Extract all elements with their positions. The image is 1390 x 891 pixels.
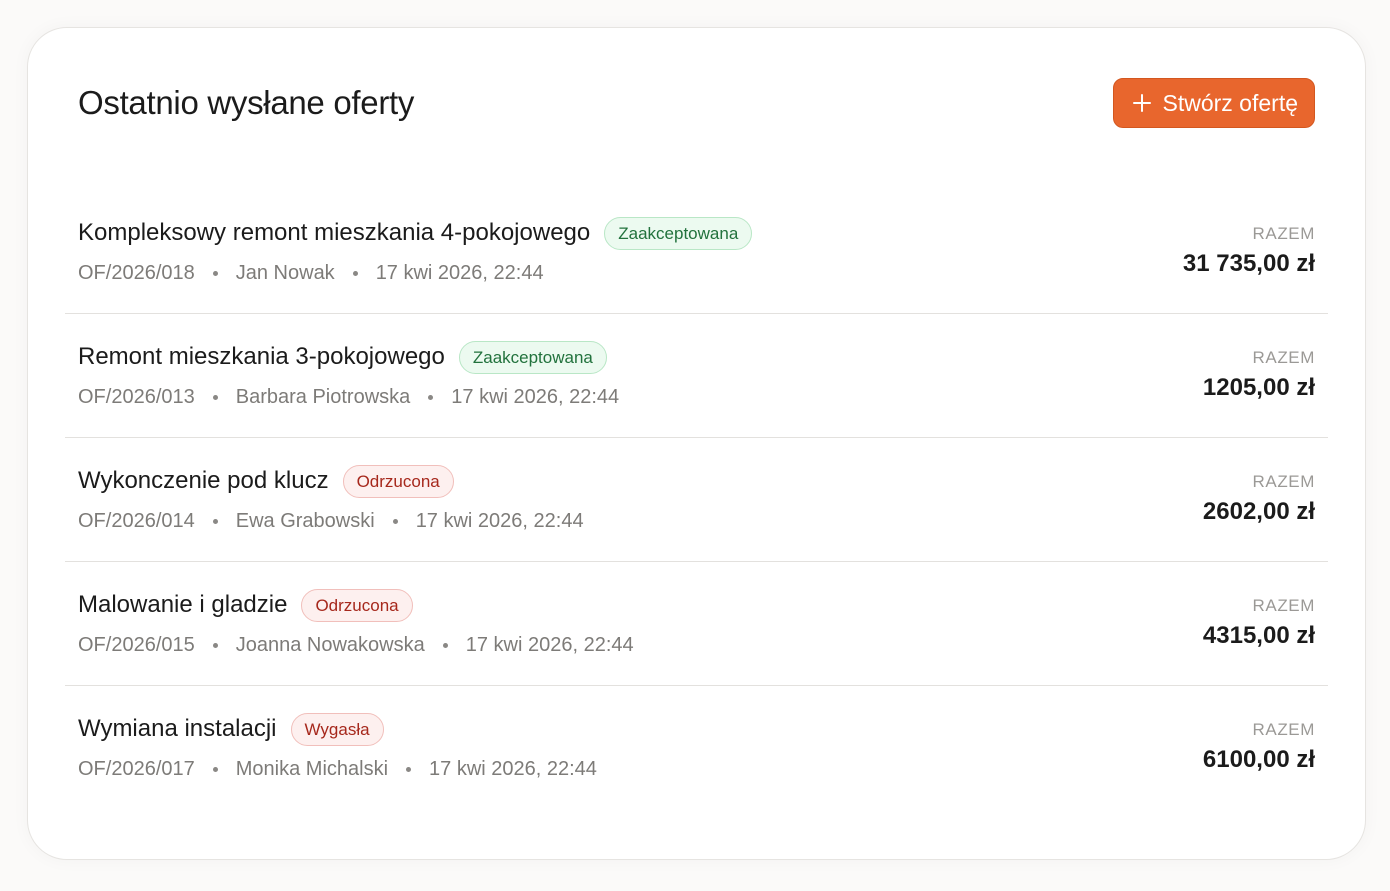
status-badge: Odrzucona	[301, 588, 413, 622]
separator-dot-icon	[352, 271, 358, 276]
card-header: Ostatnio wysłane oferty Stwórz ofertę	[78, 78, 1315, 128]
offer-row[interactable]: Wykonczenie pod klucz Odrzucona OF/2026/…	[65, 438, 1328, 562]
separator-dot-icon	[212, 519, 218, 524]
offer-date: 17 kwi 2026, 22:44	[375, 262, 544, 284]
status-badge: Zaakceptowana	[458, 340, 607, 374]
offer-client: Monika Michalski	[235, 758, 389, 780]
offer-number: OF/2026/013	[78, 386, 195, 408]
offer-date: 17 kwi 2026, 22:44	[465, 634, 634, 656]
offer-meta: OF/2026/014 Ewa Grabowski 17 kwi 2026, 2…	[78, 510, 584, 533]
offer-title: Malowanie i gladzie	[78, 591, 288, 618]
card-title: Ostatnio wysłane oferty	[78, 84, 415, 121]
offer-client: Jan Nowak	[235, 262, 335, 284]
offer-list: Kompleksowy remont mieszkania 4-pokojowe…	[65, 190, 1328, 810]
create-offer-label: Stwórz ofertę	[1162, 89, 1299, 116]
separator-dot-icon	[212, 643, 218, 648]
total-amount: 6100,00 zł	[1202, 746, 1315, 773]
offer-row[interactable]: Remont mieszkania 3-pokojowego Zaakcepto…	[65, 314, 1328, 438]
status-badge: Odrzucona	[342, 464, 454, 498]
separator-dot-icon	[212, 271, 218, 276]
create-offer-button[interactable]: Stwórz ofertę	[1112, 78, 1315, 128]
offer-date: 17 kwi 2026, 22:44	[415, 510, 584, 532]
offer-client: Joanna Nowakowska	[235, 634, 425, 656]
separator-dot-icon	[212, 767, 218, 772]
total-label: RAZEM	[1252, 720, 1315, 739]
offer-row[interactable]: Malowanie i gladzie Odrzucona OF/2026/01…	[65, 562, 1328, 686]
total-amount: 1205,00 zł	[1202, 374, 1315, 401]
offer-date: 17 kwi 2026, 22:44	[429, 758, 597, 780]
offer-title: Kompleksowy remont mieszkania 4-pokojowe…	[78, 219, 591, 246]
offer-date: 17 kwi 2026, 22:44	[451, 386, 620, 408]
offer-title: Wymiana instalacji	[78, 715, 277, 742]
total-label: RAZEM	[1252, 596, 1315, 615]
offer-number: OF/2026/017	[78, 758, 195, 780]
offer-row[interactable]: Kompleksowy remont mieszkania 4-pokojowe…	[65, 190, 1328, 314]
total-label: RAZEM	[1252, 348, 1315, 367]
offer-meta: OF/2026/015 Joanna Nowakowska 17 kwi 202…	[78, 634, 634, 657]
offer-number: OF/2026/014	[78, 510, 195, 532]
status-badge: Zaakceptowana	[604, 216, 753, 250]
total-amount: 31 735,00 zł	[1182, 250, 1315, 277]
offer-client: Ewa Grabowski	[235, 510, 375, 532]
offer-meta: OF/2026/017 Monika Michalski 17 kwi 2026…	[78, 758, 597, 781]
offer-meta: OF/2026/013 Barbara Piotrowska 17 kwi 20…	[78, 386, 619, 409]
total-amount: 4315,00 zł	[1202, 622, 1315, 649]
offer-number: OF/2026/018	[78, 262, 195, 284]
plus-icon	[1132, 94, 1151, 112]
total-label: RAZEM	[1252, 224, 1315, 243]
offer-title: Remont mieszkania 3-pokojowego	[78, 343, 445, 370]
offer-number: OF/2026/015	[78, 634, 195, 656]
offer-client: Barbara Piotrowska	[235, 386, 411, 408]
separator-dot-icon	[392, 519, 398, 524]
separator-dot-icon	[428, 395, 434, 400]
separator-dot-icon	[212, 395, 218, 400]
status-badge: Wygasła	[290, 712, 384, 746]
separator-dot-icon	[406, 767, 412, 772]
separator-dot-icon	[442, 643, 448, 648]
total-amount: 2602,00 zł	[1202, 498, 1315, 525]
offer-title: Wykonczenie pod klucz	[78, 467, 329, 494]
offer-row[interactable]: Wymiana instalacji Wygasła OF/2026/017 M…	[65, 686, 1328, 810]
recent-offers-card: Ostatnio wysłane oferty Stwórz ofertę Ko…	[27, 27, 1366, 860]
offer-meta: OF/2026/018 Jan Nowak 17 kwi 2026, 22:44	[78, 262, 752, 285]
total-label: RAZEM	[1252, 472, 1315, 491]
